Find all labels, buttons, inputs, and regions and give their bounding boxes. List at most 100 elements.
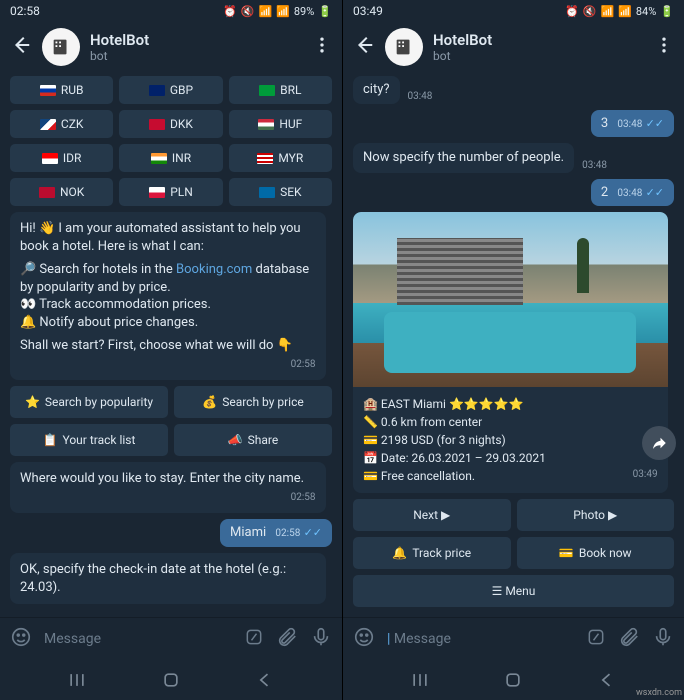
currency-idr[interactable]: IDR [10,144,113,172]
intro-bubble: Hi! 👋 I am your automated assistant to h… [10,212,326,380]
emoji-icon[interactable] [10,626,32,652]
currency-myr[interactable]: MYR [229,144,332,172]
header-titles[interactable]: HotelBot bot [433,31,644,63]
people-row: Now specify the number of people. 03:48 [353,143,674,173]
hotel-dates: 📅 Date: 26.03.2021 – 29.03.2021 [363,449,658,467]
currency-sek[interactable]: SEK [229,178,332,206]
ans3-row: 3 03:48 ✓✓ [353,110,674,138]
tracklist-button[interactable]: 📋 Your track list [10,424,168,456]
bot-avatar[interactable] [42,28,80,66]
message-input[interactable]: | Message [387,631,574,647]
hotel-image[interactable] [353,212,668,387]
city-row: city? 03:48 [353,76,674,104]
nav-bar [343,660,684,700]
battery-icon: 🔋 [660,5,674,18]
status-bar: 03:49 ⏰ 🔇 📶 📶 84% 🔋 [343,0,684,22]
input-bar: Message [0,617,342,660]
intro-notify: 🔔 Notify about price changes. [20,314,316,332]
hotel-buttons: Next ▶ Photo ▶ 🔔 Track price 💳 Book now … [353,499,674,607]
search-popularity-button[interactable]: ⭐ Search by popularity [10,386,168,418]
more-icon[interactable] [312,35,332,59]
status-time: 02:58 [10,4,40,18]
action-buttons: ⭐ Search by popularity 💰 Search by price… [10,386,332,456]
commands-icon[interactable] [586,627,606,651]
mic-icon[interactable] [652,626,674,652]
currency-pln[interactable]: PLN [119,178,222,206]
miami-row: Miami 02:58 ✓✓ [10,519,332,547]
attach-icon[interactable] [618,626,640,652]
currency-rub[interactable]: RUB [10,76,113,104]
input-bar: | Message [343,617,684,660]
signal-icon: 📶 [618,5,632,18]
back-icon[interactable] [10,34,32,60]
alarm-icon: ⏰ [565,5,579,18]
currency-gbp[interactable]: GBP [119,76,222,104]
home-button[interactable] [503,670,523,694]
search-price-button[interactable]: 💰 Search by price [174,386,332,418]
ans2-bubble: 2 03:48 ✓✓ [591,179,674,207]
track-price-button[interactable]: 🔔 Track price [353,537,511,569]
where-row: Where would you like to stay. Enter the … [10,462,332,513]
message-input[interactable]: Message [44,631,232,647]
currency-nok[interactable]: NOK [10,178,113,206]
photo-button[interactable]: Photo ▶ [517,499,675,531]
commands-icon[interactable] [244,627,264,651]
alarm-icon: ⏰ [223,5,237,18]
bot-avatar[interactable] [385,28,423,66]
back-nav-button[interactable] [255,670,275,694]
home-button[interactable] [161,670,181,694]
back-icon[interactable] [353,34,375,60]
status-bar: 02:58 ⏰ 🔇 📶 📶 89% 🔋 [0,0,342,22]
wifi-icon: 📶 [600,5,614,18]
chat-body: city? 03:48 3 03:48 ✓✓ Now specify the n… [343,72,684,617]
header-titles[interactable]: HotelBot bot [90,31,302,63]
wifi-icon: 📶 [258,5,272,18]
battery-pct: 84% [636,5,656,18]
share-button[interactable]: 📣 Share [174,424,332,456]
hotel-bubble: 🏨 EAST Miami ⭐⭐⭐⭐⭐ 📏 0.6 km from center … [353,212,668,493]
hotel-card: 🏨 EAST Miami ⭐⭐⭐⭐⭐ 📏 0.6 km from center … [353,212,674,493]
mic-icon[interactable] [310,626,332,652]
nav-bar [0,660,342,700]
phone-left: 02:58 ⏰ 🔇 📶 📶 89% 🔋 HotelBot bot RUBGBPB… [0,0,342,700]
currency-grid: RUBGBPBRL CZKDKKHUF IDRINRMYR NOKPLNSEK [10,76,332,206]
attach-icon[interactable] [276,626,298,652]
chat-title: HotelBot [90,31,302,49]
read-checks-icon: ✓✓ [646,186,664,199]
where-bubble: Where would you like to stay. Enter the … [10,462,326,513]
hotel-cancel: 💳 Free cancellation.03:49 [363,467,658,485]
next-button[interactable]: Next ▶ [353,499,511,531]
booking-link[interactable]: Booking.com [176,262,252,277]
currency-inr[interactable]: INR [119,144,222,172]
back-nav-button[interactable] [597,670,617,694]
forward-button[interactable] [642,426,676,460]
menu-button[interactable]: ☰ Menu [353,575,674,607]
intro-track: 👀 Track accommodation prices. [20,296,316,314]
status-icons: ⏰ 🔇 📶 📶 84% 🔋 [565,5,674,18]
ans2-row: 2 03:48 ✓✓ [353,179,674,207]
currency-huf[interactable]: HUF [229,110,332,138]
currency-dkk[interactable]: DKK [119,110,222,138]
book-now-button[interactable]: 💳 Book now [517,537,675,569]
chat-header: HotelBot bot [343,22,684,72]
ans3-bubble: 3 03:48 ✓✓ [591,110,674,138]
miami-bubble: Miami 02:58 ✓✓ [220,519,332,547]
currency-brl[interactable]: BRL [229,76,332,104]
intro-start: Shall we start? First, choose what we wi… [20,337,316,355]
mute-icon: 🔇 [241,5,255,18]
mute-icon: 🔇 [583,5,597,18]
hotel-distance: 📏 0.6 km from center [363,413,658,431]
intro-search: 🔎 Search for hotels in the Booking.com d… [20,261,316,296]
chat-subtitle: bot [90,49,302,63]
watermark: wsxdn.com [636,688,682,698]
currency-czk[interactable]: CZK [10,110,113,138]
more-icon[interactable] [654,35,674,59]
recents-button[interactable] [410,670,430,694]
hotel-info: 🏨 EAST Miami ⭐⭐⭐⭐⭐ 📏 0.6 km from center … [353,387,668,493]
emoji-icon[interactable] [353,626,375,652]
chat-body: RUBGBPBRL CZKDKKHUF IDRINRMYR NOKPLNSEK Hi!… [0,72,342,617]
city-bubble: city? [353,76,400,104]
recents-button[interactable] [67,670,87,694]
status-time: 03:49 [353,4,383,18]
hotel-price: 💳 2198 USD (for 3 nights) [363,431,658,449]
